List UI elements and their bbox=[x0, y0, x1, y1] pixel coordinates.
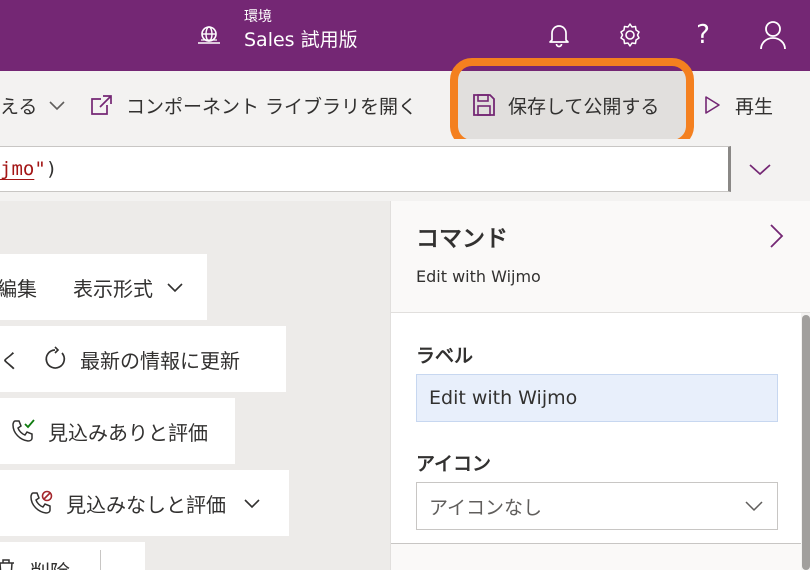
refresh-icon bbox=[45, 346, 66, 369]
chevron-down-icon bbox=[49, 101, 66, 111]
panel-title: コマンド bbox=[416, 226, 508, 252]
environment-switcher[interactable]: 環境 Sales 試用版 bbox=[196, 8, 358, 54]
formula-input[interactable]: jmo ") bbox=[0, 146, 731, 192]
environment-name: Sales 試用版 bbox=[244, 29, 358, 51]
chevron-down-icon bbox=[167, 283, 183, 293]
chevron-right-icon[interactable] bbox=[763, 221, 789, 251]
edit-format-command-group: 編集 表示形式 bbox=[0, 254, 207, 320]
partial-command-label: える bbox=[0, 95, 38, 118]
trash-icon bbox=[0, 559, 14, 570]
open-component-library-button[interactable]: コンポーネント ライブラリを開く bbox=[90, 71, 417, 139]
app-canvas: 編集 表示形式 開く 最新の情報に更新 見込みありと評価 見込みなしと評価 bbox=[0, 201, 390, 570]
delete-command-group: 削除 bbox=[0, 542, 145, 570]
delete-command[interactable]: 削除 bbox=[30, 556, 70, 570]
panel-footer bbox=[391, 543, 801, 570]
save-icon bbox=[473, 94, 495, 116]
formula-string-text: jmo bbox=[0, 158, 35, 180]
partial-dropdown-command[interactable]: える bbox=[0, 71, 67, 139]
open-external-icon bbox=[91, 95, 112, 115]
play-icon bbox=[705, 96, 720, 114]
app-header: 環境 Sales 試用版 ? bbox=[0, 0, 810, 71]
bell-icon[interactable] bbox=[544, 18, 574, 52]
edit-command[interactable]: 編集 bbox=[0, 273, 37, 302]
chevron-down-icon bbox=[244, 499, 260, 509]
person-icon[interactable] bbox=[758, 18, 788, 52]
open-refresh-command-group: 開く 最新の情報に更新 bbox=[0, 326, 286, 392]
label-field-title: ラベル bbox=[416, 345, 474, 367]
open-command[interactable]: 開く bbox=[0, 345, 20, 374]
qualify-label: 見込みありと評価 bbox=[48, 420, 208, 445]
formula-quote: " bbox=[34, 158, 46, 180]
label-field-input[interactable]: Edit with Wijmo bbox=[416, 374, 778, 422]
disqualify-command[interactable]: 見込みなしと評価 bbox=[0, 470, 289, 536]
gear-icon[interactable] bbox=[615, 18, 645, 52]
formula-bar: jmo ") bbox=[0, 139, 810, 201]
chevron-down-icon bbox=[749, 164, 771, 176]
save-and-publish-button[interactable]: 保存して公開する bbox=[458, 71, 688, 139]
command-bar: える コンポーネント ライブラリを開く 保存して公開する 再生 bbox=[0, 71, 810, 139]
formula-expand-button[interactable] bbox=[744, 155, 776, 183]
save-and-publish-label: 保存して公開する bbox=[508, 95, 660, 118]
help-icon[interactable]: ? bbox=[688, 18, 718, 52]
phone-block-icon bbox=[30, 490, 53, 514]
formula-close-paren: ) bbox=[45, 158, 58, 180]
icon-select-value: アイコンなし bbox=[429, 496, 543, 519]
display-format-command[interactable]: 表示形式 bbox=[73, 273, 153, 302]
play-label: 再生 bbox=[735, 95, 774, 118]
qualify-command[interactable]: 見込みありと評価 bbox=[0, 398, 235, 464]
panel-subtitle: Edit with Wijmo bbox=[416, 267, 541, 286]
label-field-value: Edit with Wijmo bbox=[429, 387, 578, 409]
open-component-library-label: コンポーネント ライブラリを開く bbox=[126, 95, 418, 118]
environment-label: 環境 bbox=[244, 9, 272, 25]
refresh-command[interactable]: 最新の情報に更新 bbox=[80, 345, 240, 374]
globe-icon bbox=[198, 26, 220, 44]
properties-panel: コマンド Edit with Wijmo ラベル Edit with Wijmo… bbox=[390, 201, 810, 570]
play-button[interactable]: 再生 bbox=[703, 71, 773, 139]
icon-field-title: アイコン bbox=[416, 453, 492, 475]
phone-check-icon bbox=[12, 419, 35, 442]
chevron-down-icon bbox=[745, 501, 763, 512]
icon-select[interactable]: アイコンなし bbox=[416, 482, 778, 530]
disqualify-label: 見込みなしと評価 bbox=[66, 492, 226, 517]
panel-header: コマンド Edit with Wijmo bbox=[391, 201, 810, 313]
split-divider bbox=[100, 550, 101, 570]
scrollbar-thumb[interactable] bbox=[802, 315, 810, 570]
